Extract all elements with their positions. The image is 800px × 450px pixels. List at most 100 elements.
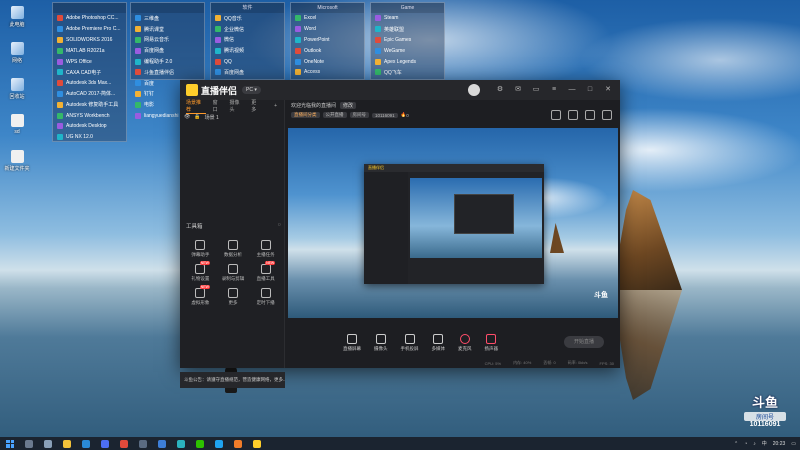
tool-item[interactable]: 录制与剪辑 — [217, 264, 250, 282]
tab-window[interactable]: 窗口 — [213, 99, 223, 113]
app-icon-steam[interactable] — [139, 439, 147, 448]
fence-item[interactable]: PowerPoint — [291, 35, 364, 46]
tool-item[interactable]: 数据分析 — [217, 240, 250, 258]
network-tray-icon[interactable]: ◔ — [744, 441, 747, 447]
fence-item[interactable]: Steam — [371, 13, 444, 24]
fence-item[interactable]: Autodesk 3ds Max... — [53, 78, 126, 89]
maximize-icon[interactable]: □ — [584, 84, 596, 96]
add-source-button[interactable]: + — [274, 103, 277, 109]
fence-item[interactable]: 三维盘 — [131, 13, 204, 24]
mode-selector[interactable]: PC ▾ — [242, 86, 261, 94]
fence-item[interactable]: 英雄联盟 — [371, 24, 444, 35]
chevron-up-icon[interactable]: ⌃ — [734, 441, 738, 447]
tab-more[interactable]: 更多 — [251, 99, 261, 113]
stream-preview[interactable]: 直播伴侣 斗鱼 — [288, 128, 618, 318]
fence-item[interactable]: 微信 — [211, 35, 284, 46]
fence-item[interactable]: Adobe Photoshop CC... — [53, 13, 126, 24]
eye-icon[interactable]: 👁 — [184, 114, 190, 120]
close-icon[interactable]: ✕ — [602, 84, 614, 96]
explorer-icon[interactable] — [63, 439, 71, 448]
douyu-taskbar-icon[interactable] — [253, 439, 261, 448]
lock-icon[interactable]: 🔒 — [194, 114, 200, 120]
desktop-icon-file[interactable]: sd — [4, 114, 30, 148]
tab-camera[interactable]: 摄像头 — [230, 99, 245, 113]
fence-item[interactable]: WeGame — [371, 45, 444, 56]
volume-icon[interactable]: ♪ — [753, 441, 756, 447]
fence-item[interactable]: ANSYS Workbench — [53, 110, 126, 121]
app-icon-red[interactable] — [120, 439, 128, 448]
lock-scene-icon[interactable] — [568, 110, 578, 120]
clock[interactable]: 20:23 — [773, 441, 786, 447]
tool-item[interactable]: NEW 直播工具 — [249, 261, 282, 282]
fence-item[interactable]: Excel — [291, 13, 364, 24]
go-live-button[interactable]: 开始直播 — [564, 336, 604, 348]
fullscreen-icon[interactable] — [585, 110, 595, 120]
fence-item[interactable]: 腾讯视频 — [211, 45, 284, 56]
control-camera[interactable]: 摄像头 — [374, 334, 388, 352]
share-icon[interactable] — [602, 110, 612, 120]
minimize-icon[interactable]: — — [566, 84, 578, 96]
fence-item[interactable]: 百度网盘 — [211, 67, 284, 78]
wechat-icon[interactable] — [196, 439, 204, 448]
visibility-chip[interactable]: 公开直播 — [322, 112, 347, 118]
fence-title[interactable]: 软件 — [211, 3, 284, 13]
search-icon[interactable] — [25, 439, 33, 448]
fence-item[interactable]: 网易云音乐 — [131, 35, 204, 46]
settings-icon[interactable]: ⚙ — [494, 84, 506, 96]
notification-icon[interactable]: ▭ — [791, 441, 796, 447]
fence-item[interactable]: QQ音乐 — [211, 13, 284, 24]
fence-item[interactable]: 腾讯课堂 — [131, 24, 204, 35]
qq-icon[interactable] — [215, 439, 223, 448]
fence-item[interactable]: QQ — [211, 56, 284, 67]
desktop-icon-network[interactable]: 网络 — [4, 42, 30, 76]
control-mic[interactable]: 麦克风 — [458, 334, 472, 352]
start-button[interactable] — [6, 439, 14, 448]
fence-item[interactable]: 斗鱼直播伴侣 — [131, 67, 204, 78]
notice-bar[interactable]: 斗鱼公告：请遵守直播规范，营造健康网络，更多... — [180, 372, 285, 388]
fence-item[interactable]: WPS Office — [53, 56, 126, 67]
tab-scene-recommend[interactable]: 场景推荐 — [186, 99, 206, 114]
task-view-icon[interactable] — [44, 439, 52, 448]
fence-item[interactable]: Autodesk 修复助手工具 — [53, 99, 126, 110]
tool-item[interactable]: NEW 虚拟形象 — [184, 285, 217, 306]
fence-item[interactable]: UG NX 12.0 — [53, 132, 126, 143]
fence-title[interactable]: Game — [371, 3, 444, 13]
fence-item[interactable]: Apex Legends — [371, 56, 444, 67]
fence-item[interactable]: MATLAB R2021a — [53, 45, 126, 56]
toolbox-more-icon[interactable]: ◌ — [278, 222, 281, 230]
desktop-icon-this-pc[interactable]: 此电脑 — [4, 6, 30, 40]
app-icon-blue[interactable] — [158, 439, 166, 448]
tool-item[interactable]: 主播任务 — [249, 240, 282, 258]
scene-item[interactable]: 👁 🔒 场景 1 — [180, 112, 284, 122]
fence-item[interactable]: QQ飞车 — [371, 67, 444, 78]
control-speaker[interactable]: 扬声器 — [485, 334, 498, 352]
control-media[interactable]: 多媒体 — [432, 334, 445, 352]
desktop-icon-folder[interactable]: 新建文件夹 — [4, 150, 30, 184]
fence-item[interactable]: Adobe Premiere Pro C... — [53, 24, 126, 35]
message-icon[interactable]: ✉ — [512, 84, 524, 96]
control-screen[interactable]: 直播屏幕 — [343, 334, 361, 352]
tool-item[interactable]: NEW 礼物设置 — [184, 261, 217, 282]
fence-item[interactable]: Access — [291, 67, 364, 78]
fence-title[interactable] — [131, 3, 204, 13]
fence-item[interactable]: Outlook — [291, 45, 364, 56]
fence-item[interactable]: SOLIDWORKS 2016 — [53, 35, 126, 46]
fence-item[interactable]: CAXA CAD电子 — [53, 67, 126, 78]
control-phone[interactable]: 手机投屏 — [401, 334, 419, 352]
store-icon[interactable] — [101, 439, 109, 448]
avatar[interactable] — [468, 84, 480, 96]
fence-item[interactable]: OneNote — [291, 56, 364, 67]
fence-item[interactable]: Autodesk Desktop — [53, 121, 126, 132]
tool-item[interactable]: 定时下播 — [249, 288, 282, 306]
tool-item[interactable]: 弹幕助手 — [184, 240, 217, 258]
edit-title-button[interactable]: 修改 — [340, 101, 357, 109]
gift-icon[interactable]: ▭ — [530, 84, 542, 96]
fence-item[interactable]: 企业微信 — [211, 24, 284, 35]
fence-title[interactable] — [53, 3, 126, 13]
fence-title[interactable]: Microsoft — [291, 3, 364, 13]
fence-item[interactable]: 百度网盘 — [131, 45, 204, 56]
fence-item[interactable]: Epic Games — [371, 35, 444, 46]
edge-icon[interactable] — [82, 439, 90, 448]
app-icon-orange[interactable] — [234, 439, 242, 448]
fence-item[interactable]: AutoCAD 2017-简体... — [53, 89, 126, 100]
